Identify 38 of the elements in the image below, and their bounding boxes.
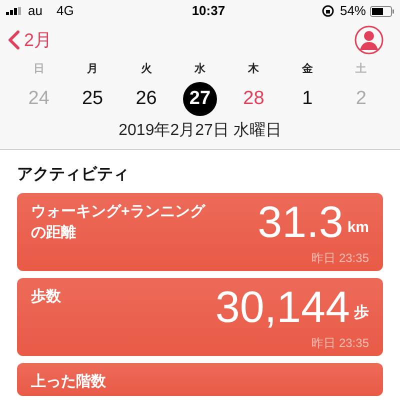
rotation-lock-icon [322, 5, 334, 17]
section-title: アクティビティ [17, 165, 130, 185]
weekday-label: 火 [140, 62, 153, 77]
back-chevron-icon [8, 30, 20, 50]
timestamp: 昨日 23:35 [312, 335, 369, 352]
card-title: 歩数 [31, 287, 62, 307]
weekday-label: 金 [300, 62, 314, 77]
calendar-day[interactable]: 25 [76, 82, 110, 116]
activity-card[interactable]: ウォーキング+ランニングの距離 31.3 km 昨日 23:35 [17, 193, 383, 271]
calendar-day[interactable]: 28 [236, 82, 271, 116]
weekday-label: 土 [354, 62, 368, 77]
carrier-label: au [28, 2, 42, 20]
back-button[interactable]: 2月 [8, 26, 52, 54]
card-title: ウォーキング+ランニングの距離 [31, 202, 206, 243]
clock-time: 10:37 [192, 2, 226, 20]
weekday-label: 水 [193, 62, 206, 77]
battery-icon [370, 6, 394, 16]
calendar-day[interactable]: 1 [290, 82, 324, 116]
network-label: 4G [56, 2, 74, 20]
activity-card[interactable]: 上った階数 [17, 363, 383, 396]
calendar-day[interactable]: 24 [22, 82, 56, 116]
metric-value: 30,144 [215, 284, 350, 332]
weekday-label: 日 [32, 62, 46, 77]
profile-icon[interactable] [354, 25, 384, 55]
metric-unit: km [347, 218, 369, 238]
selected-date: 2019年2月27日 水曜日 [118, 120, 282, 141]
calendar-day[interactable]: 26 [129, 82, 164, 116]
calendar-day[interactable]: 2 [344, 82, 378, 116]
metric-unit: 歩 [354, 302, 369, 322]
battery-percent: 54% [340, 2, 366, 20]
activity-card[interactable]: 歩数 30,144 歩 昨日 23:35 [17, 278, 383, 356]
weekday-label: 月 [86, 62, 100, 77]
signal-icon [6, 7, 22, 15]
calendar-day[interactable]: 27 [182, 82, 217, 116]
weekday-label: 木 [246, 62, 260, 77]
metric-value: 31.3 [258, 199, 344, 247]
card-title: 上った階数 [31, 372, 107, 392]
timestamp: 昨日 23:35 [312, 250, 369, 267]
